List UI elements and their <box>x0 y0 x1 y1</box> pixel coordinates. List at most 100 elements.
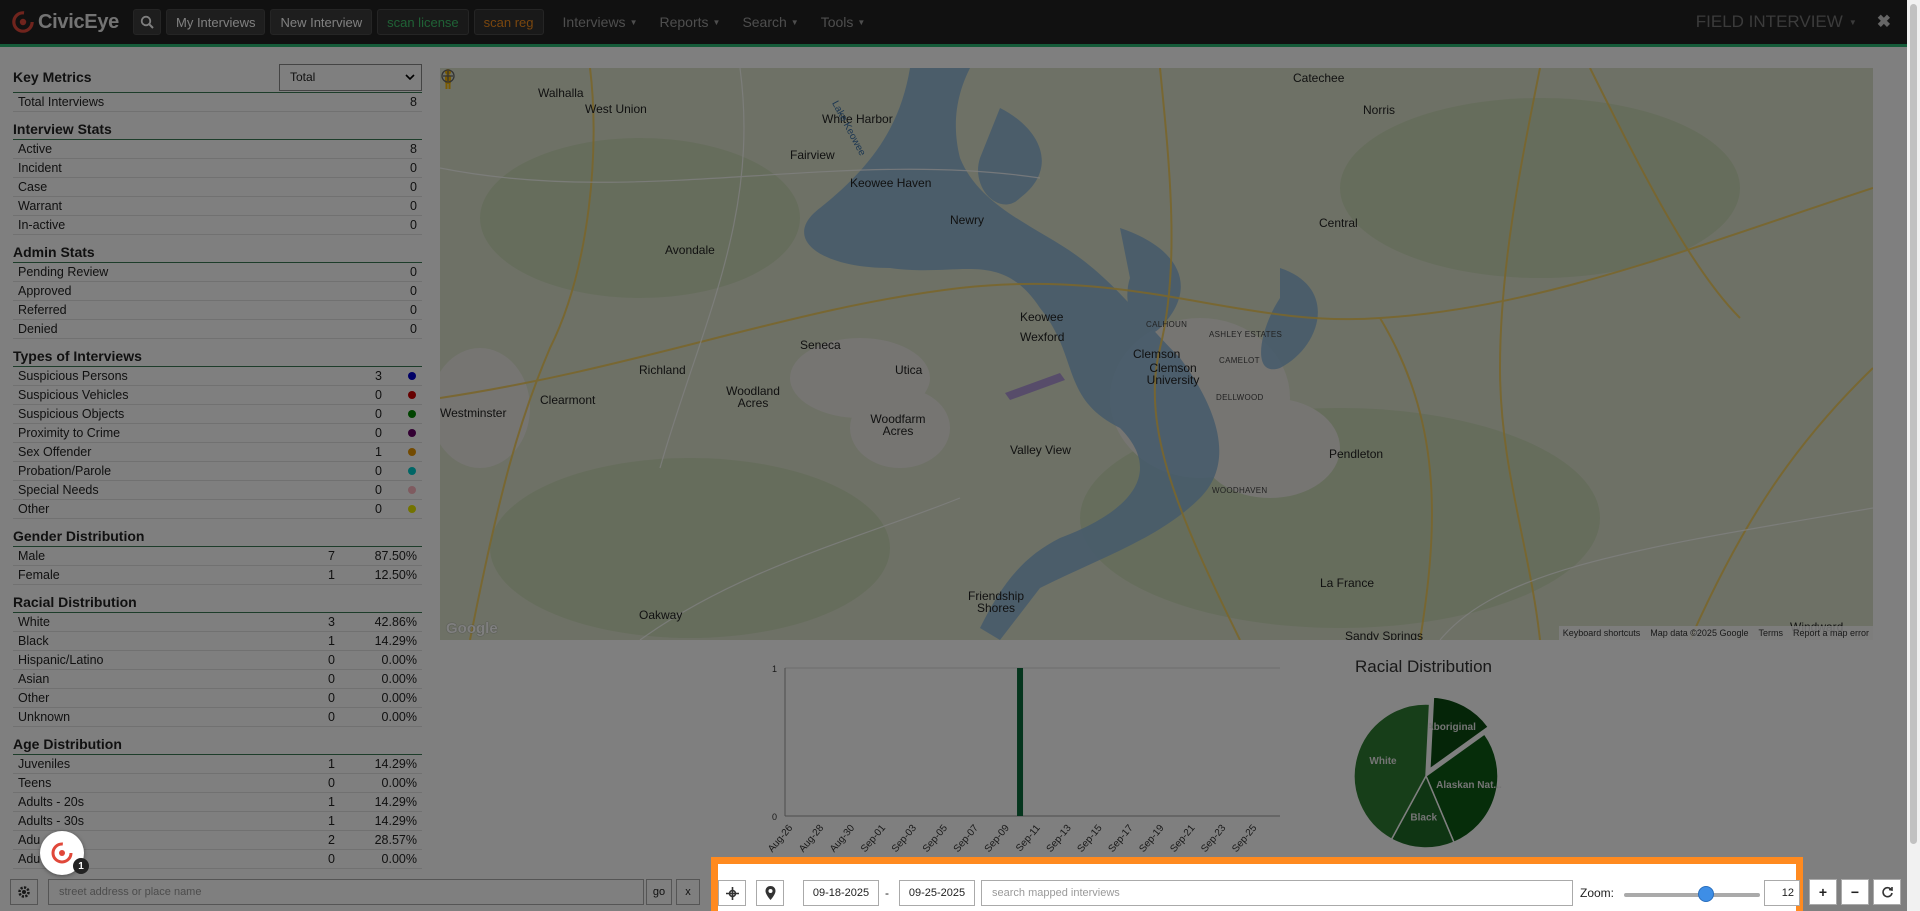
new-interview-button[interactable]: New Interview <box>270 9 373 35</box>
metric-row[interactable]: Pending Review 0 <box>13 263 422 282</box>
x-tick-label: Sep-01 <box>859 823 888 855</box>
interviews-bar-chart: 01Aug-26 Aug-28 Aug-30 Sep-01 Sep-03 Sep-05 Se… <box>766 664 1280 855</box>
search-interviews-input[interactable]: search mapped interviews <box>981 880 1573 906</box>
keyboard-shortcuts-link[interactable]: Keyboard shortcuts <box>1563 628 1641 638</box>
metric-row[interactable]: Juveniles 1 14.29% <box>13 755 422 774</box>
clear-address-button[interactable]: x <box>676 879 700 905</box>
metric-row[interactable]: Total Interviews 8 <box>13 93 422 112</box>
fullscreen-icon[interactable] <box>440 68 456 84</box>
module-title[interactable]: FIELD INTERVIEW <box>1696 12 1843 32</box>
pie-slice-label: Alaskan Nat... <box>1436 780 1502 791</box>
x-tick-label: Sep-11 <box>1014 823 1043 855</box>
metrics-sidebar: Key Metrics Total Total Interviews 8 Inter… <box>13 62 422 869</box>
top-navbar: CivicEye My Interviews New Interview sca… <box>0 0 1907 47</box>
metric-row[interactable]: Asian 0 0.00% <box>13 670 422 689</box>
metric-label: Suspicious Vehicles <box>18 388 129 402</box>
search-icon <box>140 15 154 29</box>
metric-row[interactable]: Unknown 0 0.00% <box>13 708 422 727</box>
metric-row[interactable]: Sex Offender 1 <box>13 443 422 462</box>
metric-row[interactable]: Other 0 <box>13 500 422 519</box>
metric-count: 1 <box>375 445 382 459</box>
menu-label: Interviews <box>562 14 626 30</box>
menu-search[interactable]: Search ▼ <box>742 14 798 30</box>
metric-row[interactable]: Female 1 12.50% <box>13 566 422 585</box>
map-place-label: West Union <box>585 102 647 116</box>
menu-interviews[interactable]: Interviews ▼ <box>563 14 638 30</box>
map-place-label: Clemson University <box>1146 361 1200 387</box>
metric-row[interactable]: Active 8 <box>13 140 422 159</box>
metric-row[interactable]: Special Needs 0 <box>13 481 422 500</box>
x-tick-label: Sep-15 <box>1076 823 1105 855</box>
metric-row[interactable]: Hispanic/Latino 0 0.00% <box>13 651 422 670</box>
metric-row[interactable]: Other 0 0.00% <box>13 689 422 708</box>
metric-label: Female <box>18 568 60 582</box>
metric-row[interactable]: Suspicious Vehicles 0 <box>13 386 422 405</box>
metric-count: 0 <box>375 502 382 516</box>
scan-license-button[interactable]: scan license <box>377 9 469 35</box>
metric-row[interactable]: Suspicious Persons 3 <box>13 367 422 386</box>
metric-count: 1 <box>328 814 335 828</box>
metric-count: 0 <box>410 322 417 336</box>
menu-reports[interactable]: Reports ▼ <box>659 14 720 30</box>
legend-dot-icon <box>408 372 416 380</box>
map-place-label: Woodfarm Acres <box>870 412 926 438</box>
zoom-slider-track[interactable] <box>1624 893 1760 897</box>
metric-label: Special Needs <box>18 483 99 497</box>
metric-row[interactable]: Denied 0 <box>13 320 422 339</box>
metric-row[interactable]: In-active 0 <box>13 216 422 235</box>
pie-slice-label: White <box>1369 756 1397 767</box>
metric-percent: 0.00% <box>381 852 417 866</box>
map-place-label: Seneca <box>800 338 841 352</box>
metrics-select[interactable]: Total <box>279 63 422 91</box>
metric-row[interactable]: Approved 0 <box>13 282 422 301</box>
x-tick-label: Aug-26 <box>766 823 795 855</box>
page-scrollbar[interactable] <box>1907 0 1920 911</box>
scrollbar-thumb[interactable] <box>1910 4 1917 844</box>
map-place-label: Keowee Haven <box>850 176 932 190</box>
metric-row[interactable]: Black 1 14.29% <box>13 632 422 651</box>
search-button[interactable] <box>133 9 161 35</box>
locate-me-button[interactable] <box>718 880 746 906</box>
metric-percent: 0.00% <box>381 710 417 724</box>
scan-reg-button[interactable]: scan reg <box>473 9 544 35</box>
metric-row[interactable]: Teens 0 0.00% <box>13 774 422 793</box>
place-marker-button[interactable] <box>756 880 784 906</box>
metric-row[interactable]: Proximity to Crime 0 <box>13 424 422 443</box>
caret-down-icon[interactable]: ▼ <box>1849 18 1857 27</box>
metric-label: Probation/Parole <box>18 464 112 478</box>
metric-row[interactable]: Probation/Parole 0 <box>13 462 422 481</box>
address-search-input[interactable]: street address or place name <box>48 879 644 905</box>
brand[interactable]: CivicEye <box>12 11 119 34</box>
menu-tools[interactable]: Tools ▼ <box>821 14 866 30</box>
metric-row[interactable]: Adults - 20s 1 14.29% <box>13 793 422 812</box>
zoom-level-input[interactable]: 12 <box>1764 880 1800 906</box>
zoom-in-button[interactable]: + <box>1809 879 1837 905</box>
interview-map[interactable]: Walhalla West Union White Harbor Fairview Ke… <box>440 68 1873 640</box>
my-interviews-button[interactable]: My Interviews <box>166 9 266 35</box>
metric-count: 0 <box>410 265 417 279</box>
metric-count: 0 <box>410 303 417 317</box>
metric-row[interactable]: Case 0 <box>13 178 422 197</box>
metric-row[interactable]: Male 7 87.50% <box>13 547 422 566</box>
metric-row[interactable]: Warrant 0 <box>13 197 422 216</box>
metric-label: Black <box>18 634 49 648</box>
metric-count: 0 <box>328 672 335 686</box>
refresh-button[interactable] <box>1873 879 1901 905</box>
metric-count: 1 <box>328 757 335 771</box>
date-to-input[interactable]: 09-25-2025 <box>899 880 975 906</box>
metric-row[interactable]: White 3 42.86% <box>13 613 422 632</box>
terms-link[interactable]: Terms <box>1758 628 1783 638</box>
report-map-error-link[interactable]: Report a map error <box>1793 628 1869 638</box>
settings-button[interactable] <box>10 879 38 905</box>
x-tick-label: Sep-19 <box>1137 823 1166 855</box>
metric-row[interactable]: Referred 0 <box>13 301 422 320</box>
zoom-slider-handle[interactable] <box>1697 886 1714 902</box>
metric-row[interactable]: Suspicious Objects 0 <box>13 405 422 424</box>
zoom-out-button[interactable]: − <box>1841 879 1869 905</box>
date-from-input[interactable]: 09-18-2025 <box>803 880 879 906</box>
metric-count: 0 <box>410 199 417 213</box>
close-icon[interactable]: ✖ <box>1877 12 1891 32</box>
go-button[interactable]: go <box>646 879 672 905</box>
metric-row[interactable]: Incident 0 <box>13 159 422 178</box>
metric-row[interactable]: Adults - 30s 1 14.29% <box>13 812 422 831</box>
